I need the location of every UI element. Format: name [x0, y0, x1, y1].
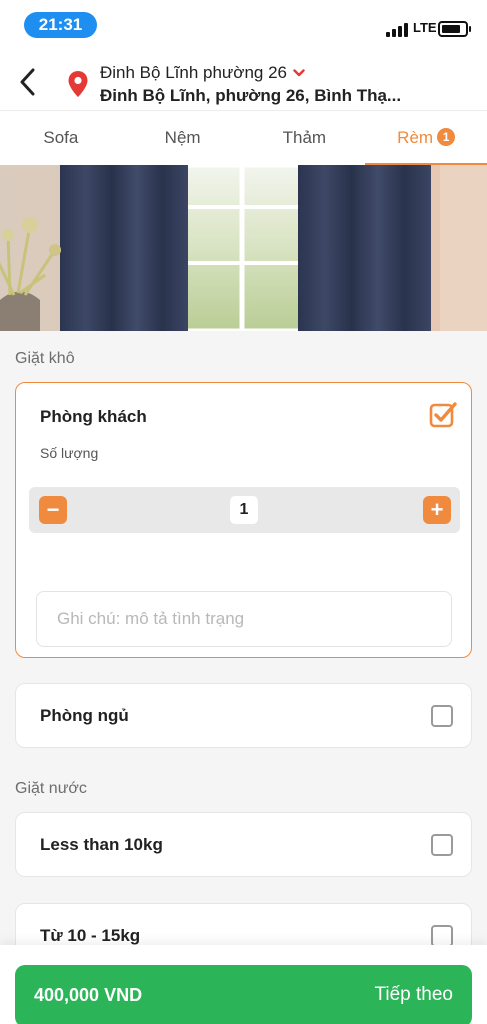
item-card-under-10kg[interactable]: Less than 10kg [15, 812, 472, 877]
address-header: Đinh Bộ Lĩnh phường 26 Đinh Bộ Lĩnh, phư… [0, 50, 487, 110]
bottom-bar: 400,000 VND Tiếp theo [0, 945, 487, 1024]
checkbox-unchecked[interactable] [431, 925, 453, 947]
tab-label: Sofa [43, 128, 79, 147]
tab-label: Thảm [282, 128, 327, 147]
status-bar: 21:31 LTE [0, 0, 487, 50]
item-card-living-room[interactable]: Phòng khách Số lượng − 1 + [15, 382, 472, 658]
back-arrow-icon [20, 68, 35, 96]
tab-rem[interactable]: Rèm 1 [365, 111, 487, 166]
quantity-stepper: − 1 + [29, 487, 460, 533]
battery-icon [438, 21, 471, 37]
decrease-button[interactable]: − [39, 496, 67, 524]
item-card-bedroom[interactable]: Phòng ngủ [15, 683, 472, 748]
tab-sofa[interactable]: Sofa [0, 111, 122, 165]
item-title: Phòng ngủ [40, 706, 129, 725]
tab-label: Nệm [164, 128, 201, 147]
location-pin-icon [68, 71, 88, 97]
note-input[interactable] [36, 591, 452, 647]
item-title: Phòng khách [40, 407, 147, 426]
quantity-value: 1 [230, 496, 258, 524]
status-time: 21:31 [24, 12, 97, 38]
checkbox-unchecked[interactable] [431, 705, 453, 727]
address-title: Đinh Bộ Lĩnh phường 26 [100, 63, 287, 82]
category-tabs: Sofa Nệm Thảm Rèm 1 [0, 110, 487, 166]
section-title-dry-clean: Giặt khô [15, 350, 75, 367]
section-title-wet-wash: Giặt nước [15, 780, 87, 797]
next-label: Tiếp theo [374, 984, 453, 1005]
quantity-label: Số lượng [40, 445, 99, 461]
checkbox-checked-icon[interactable] [429, 401, 457, 429]
total-price: 400,000 VND [34, 985, 143, 1005]
chevron-down-icon [293, 69, 305, 77]
back-button[interactable] [14, 66, 40, 98]
item-title: Less than 10kg [40, 835, 163, 854]
item-title: Từ 10 - 15kg [40, 926, 141, 945]
checkbox-unchecked[interactable] [431, 834, 453, 856]
address-selector[interactable]: Đinh Bộ Lĩnh phường 26 [100, 63, 305, 83]
tab-tham[interactable]: Thảm [244, 111, 366, 165]
signal-icon [386, 23, 408, 37]
increase-button[interactable]: + [423, 496, 451, 524]
address-detail: Đinh Bộ Lĩnh, phường 26, Bình Thạ... [100, 86, 402, 105]
next-button[interactable]: 400,000 VND Tiếp theo [15, 965, 472, 1024]
network-label: LTE [413, 20, 437, 35]
tab-count-badge: 1 [437, 128, 456, 146]
tab-nem[interactable]: Nệm [122, 111, 244, 165]
curtain-banner-image [0, 165, 487, 331]
tab-label: Rèm [397, 128, 434, 147]
